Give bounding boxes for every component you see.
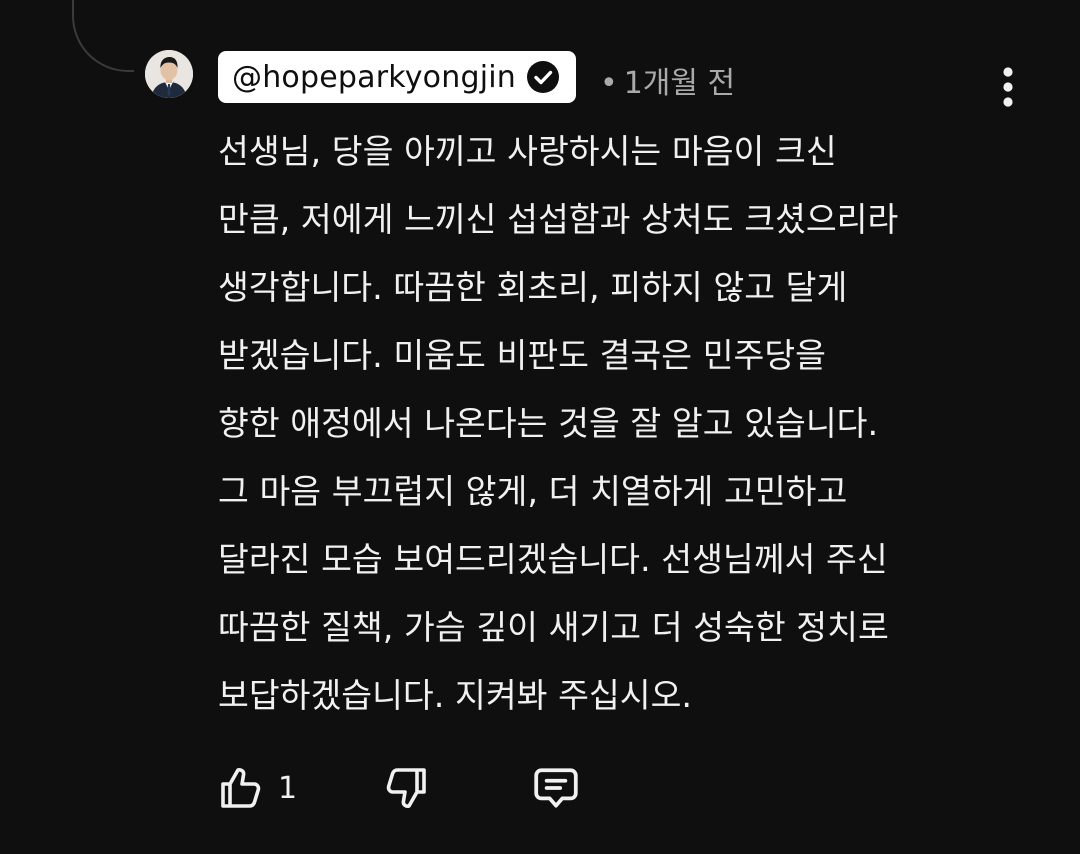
thumb-down-icon bbox=[386, 768, 426, 808]
verified-check-icon bbox=[526, 60, 560, 94]
like-count: 1 bbox=[278, 770, 298, 806]
comment-meta: • 1개월 전 bbox=[600, 58, 735, 102]
comment-line: 생각합니다. 따끔한 회초리, 피하지 않고 달게 bbox=[218, 268, 848, 307]
profile-photo bbox=[145, 50, 193, 98]
author-handle[interactable]: @hopeparkyongjin bbox=[232, 60, 516, 95]
author-chip[interactable]: @hopeparkyongjin bbox=[218, 51, 576, 103]
more-vertical-icon bbox=[1003, 67, 1013, 107]
meta-separator: • bbox=[600, 66, 618, 101]
comment-line: 따끔한 질책, 가슴 깊이 새기고 더 성숙한 정치로 bbox=[218, 608, 889, 647]
comment-line: 받겠습니다. 미움도 비판도 결국은 민주당을 bbox=[218, 336, 827, 375]
comment-line: 그 마음 부끄럽지 않게, 더 치열하게 고민하고 bbox=[218, 472, 848, 511]
comment-timestamp: 1개월 전 bbox=[623, 66, 736, 101]
comment-line: 향한 애정에서 나온다는 것을 잘 알고 있습니다. bbox=[218, 404, 879, 443]
comment-actions: 1 bbox=[216, 760, 581, 816]
comment-text: 선생님, 당을 아끼고 사랑하시는 마음이 크신 만큼, 저에게 느끼신 섭섭함… bbox=[218, 118, 1018, 730]
thumb-up-icon bbox=[221, 768, 261, 808]
comment-line: 선생님, 당을 아끼고 사랑하시는 마음이 크신 bbox=[218, 132, 837, 171]
avatar[interactable] bbox=[145, 50, 193, 98]
reply-button[interactable] bbox=[531, 763, 581, 813]
more-options-button[interactable] bbox=[990, 62, 1026, 112]
comment-line: 만큼, 저에게 느끼신 섭섭함과 상처도 크셨으리라 bbox=[218, 200, 899, 239]
comment-line: 보답하겠습니다. 지켜봐 주십시오. bbox=[218, 676, 693, 715]
like-button[interactable]: 1 bbox=[216, 764, 297, 812]
reply-comment-icon bbox=[534, 768, 578, 808]
reply-thread-connector bbox=[72, 0, 134, 72]
comment-line: 달라진 모습 보여드리겠습니다. 선생님께서 주신 bbox=[218, 540, 888, 579]
dislike-button[interactable] bbox=[383, 764, 431, 812]
